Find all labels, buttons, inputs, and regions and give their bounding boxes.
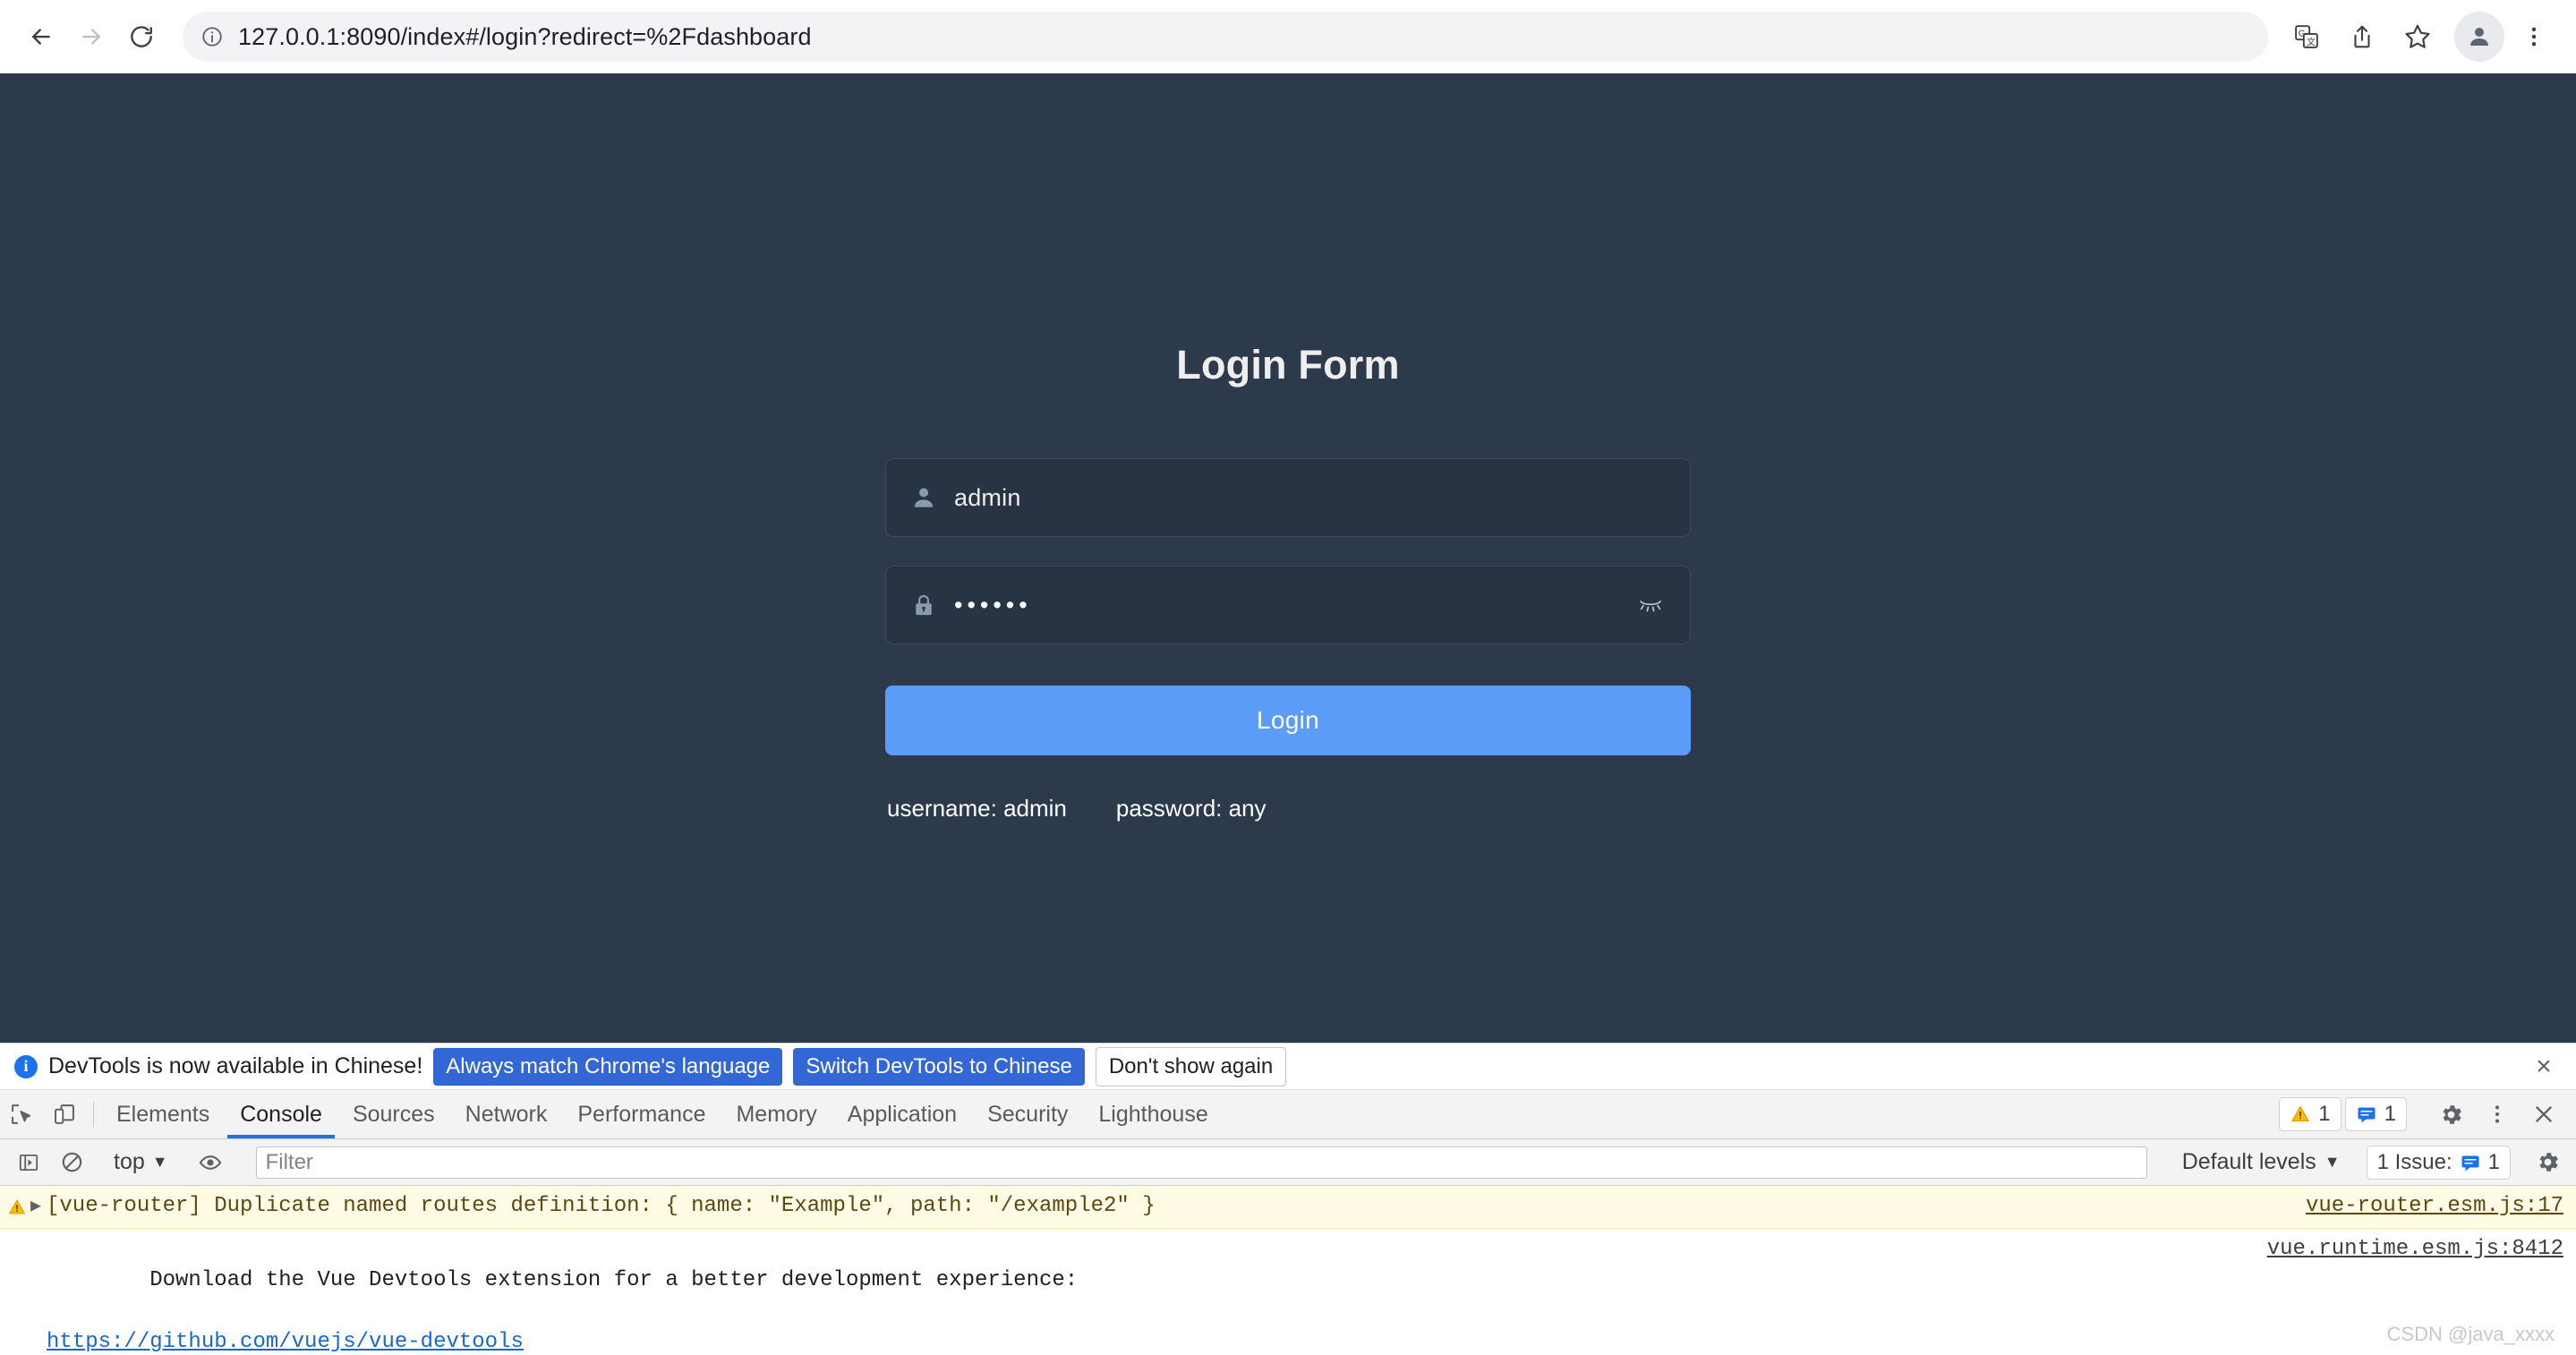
console-source-link[interactable]: vue-router.esm.js:17 — [2306, 1191, 2563, 1223]
profile-avatar[interactable] — [2454, 12, 2504, 62]
info-icon: i — [14, 1054, 38, 1078]
device-toolbar-icon[interactable] — [43, 1090, 86, 1138]
console-message-body: Download the Vue Devtools extension for … — [47, 1234, 2249, 1355]
tab-sources[interactable]: Sources — [337, 1090, 450, 1138]
address-bar[interactable]: 127.0.0.1:8090/index#/login?redirect=%2F… — [183, 12, 2268, 62]
message-count-badge[interactable]: 1 — [2344, 1097, 2407, 1131]
username-input[interactable] — [954, 483, 1670, 512]
reload-button[interactable] — [116, 12, 166, 62]
hint-username: username: admin — [887, 795, 1067, 822]
username-field[interactable] — [885, 458, 1691, 537]
tab-security[interactable]: Security — [972, 1090, 1083, 1138]
browser-action-buttons: G 文 — [2281, 11, 2560, 63]
chevron-down-icon: ▼ — [151, 1153, 168, 1171]
dont-show-again-button[interactable]: Don't show again — [1095, 1046, 1287, 1087]
speech-bubble-icon — [2461, 1155, 2479, 1171]
console-output[interactable]: ▶ [vue-router] Duplicate named routes de… — [0, 1186, 2576, 1355]
hint-password: password: any — [1115, 795, 1267, 822]
site-info-icon[interactable] — [200, 25, 224, 48]
password-field[interactable]: •••••• — [885, 566, 1691, 644]
user-icon — [906, 484, 942, 511]
translate-icon[interactable]: G 文 — [2281, 11, 2333, 63]
warning-count: 1 — [2318, 1102, 2331, 1126]
tab-memory[interactable]: Memory — [721, 1090, 832, 1138]
bookmark-star-icon[interactable] — [2392, 11, 2444, 63]
login-form: Login Form •••••• — [885, 73, 1691, 822]
watermark: CSDN @java_xxxx — [2386, 1323, 2555, 1345]
console-message-info[interactable]: Download the Vue Devtools extension for … — [0, 1229, 2576, 1355]
devtools-tabbar: Elements Console Sources Network Perform… — [0, 1090, 2576, 1139]
tab-performance[interactable]: Performance — [562, 1090, 721, 1138]
console-message-warning[interactable]: ▶ [vue-router] Duplicate named routes de… — [0, 1186, 2576, 1229]
login-button[interactable]: Login — [885, 686, 1691, 755]
live-expression-eye-icon[interactable] — [189, 1150, 232, 1175]
devtools-tabbar-actions: 1 1 — [2279, 1090, 2576, 1138]
tab-console[interactable]: Console — [225, 1090, 337, 1138]
speech-bubble-icon — [2358, 1107, 2376, 1123]
console-filter-bar: top ▼ Default levels ▼ 1 Issue: 1 — [0, 1139, 2576, 1186]
share-icon[interactable] — [2336, 11, 2388, 63]
browser-toolbar: 127.0.0.1:8090/index#/login?redirect=%2F… — [0, 0, 2576, 73]
chevron-down-icon: ▼ — [2324, 1153, 2341, 1171]
chrome-menu-icon[interactable] — [2508, 11, 2560, 63]
password-masked-value: •••••• — [954, 591, 1032, 618]
console-settings-gear-icon[interactable] — [2526, 1149, 2569, 1175]
issues-button[interactable]: 1 Issue: 1 — [2366, 1145, 2511, 1180]
warning-triangle-icon — [2291, 1106, 2309, 1121]
divider — [93, 1102, 94, 1127]
console-sidebar-toggle-icon[interactable] — [7, 1151, 50, 1174]
clear-console-icon[interactable] — [50, 1150, 93, 1174]
back-button[interactable] — [16, 12, 66, 62]
page-title: Login Form — [1176, 342, 1400, 388]
warning-triangle-icon — [9, 1199, 25, 1214]
devtools-language-banner: i DevTools is now available in Chinese! … — [0, 1044, 2576, 1090]
issues-count: 1 — [2487, 1149, 2500, 1174]
execution-context-selector[interactable]: top ▼ — [108, 1149, 174, 1175]
execution-context-value: top — [114, 1149, 145, 1174]
console-message-text: Download the Vue Devtools extension for … — [149, 1267, 1079, 1292]
language-banner-message: DevTools is now available in Chinese! — [48, 1053, 423, 1078]
tab-application[interactable]: Application — [832, 1090, 972, 1138]
tab-lighthouse[interactable]: Lighthouse — [1083, 1090, 1223, 1138]
log-gutter — [7, 1234, 47, 1237]
more-options-icon[interactable] — [2476, 1103, 2519, 1126]
switch-devtools-language-button[interactable]: Switch DevTools to Chinese — [793, 1047, 1085, 1086]
forward-button[interactable] — [66, 12, 116, 62]
lock-icon — [906, 592, 942, 618]
log-gutter: ▶ — [7, 1191, 47, 1220]
eye-closed-icon[interactable] — [1631, 585, 1670, 625]
message-count: 1 — [2384, 1102, 2396, 1126]
log-levels-value: Default levels — [2181, 1149, 2316, 1174]
inspect-element-icon[interactable] — [0, 1090, 43, 1138]
login-hint: username: admin password: any — [885, 795, 1691, 822]
page-viewport: Login Form •••••• — [0, 73, 2576, 1043]
tab-elements[interactable]: Elements — [101, 1090, 225, 1138]
settings-gear-icon[interactable] — [2429, 1102, 2472, 1128]
close-devtools-icon[interactable] — [2522, 1102, 2565, 1127]
svg-text:G: G — [2299, 29, 2306, 38]
url-text: 127.0.0.1:8090/index#/login?redirect=%2F… — [238, 22, 812, 50]
devtools-panel: i DevTools is now available in Chinese! … — [0, 1043, 2576, 1355]
tab-network[interactable]: Network — [450, 1090, 563, 1138]
log-levels-selector[interactable]: Default levels ▼ — [2171, 1149, 2351, 1175]
expand-arrow-icon[interactable]: ▶ — [30, 1194, 41, 1220]
console-source-link[interactable]: vue.runtime.esm.js:8412 — [2267, 1234, 2563, 1266]
issues-label: 1 Issue: — [2376, 1149, 2452, 1174]
always-match-language-button[interactable]: Always match Chrome's language — [433, 1047, 783, 1086]
svg-text:文: 文 — [2307, 36, 2316, 47]
warning-count-badge[interactable]: 1 — [2279, 1097, 2341, 1131]
console-message-text: [vue-router] Duplicate named routes defi… — [47, 1194, 1156, 1218]
console-message-url[interactable]: https://github.com/vuejs/vue-devtools — [47, 1327, 2249, 1355]
console-filter-input[interactable] — [255, 1146, 2147, 1179]
close-icon[interactable]: × — [2526, 1052, 2562, 1082]
